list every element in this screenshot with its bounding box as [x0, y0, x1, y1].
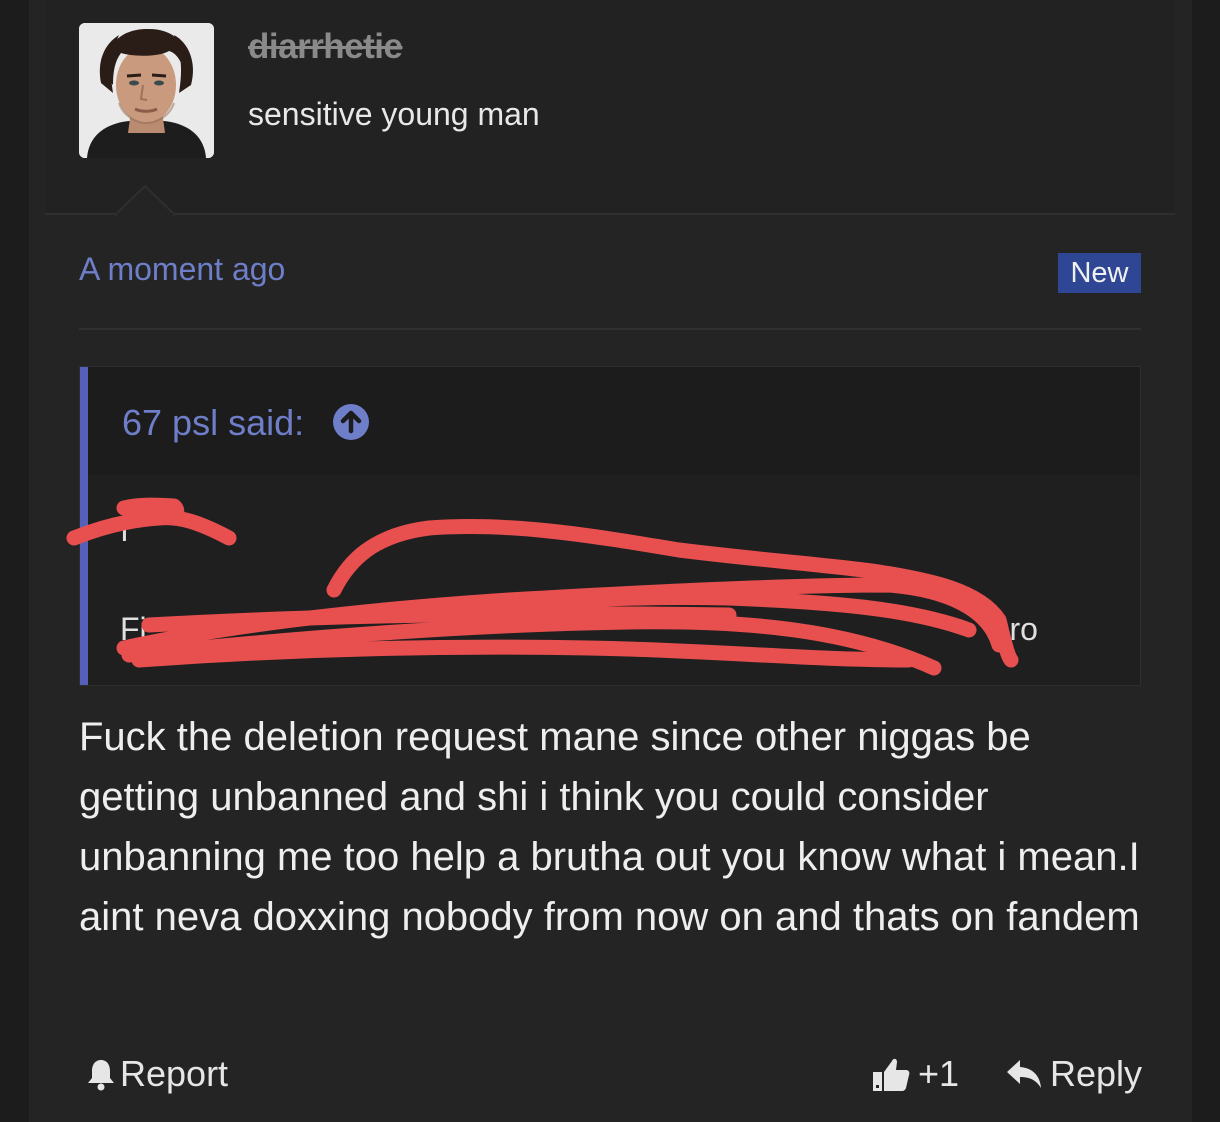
like-count: +1	[918, 1053, 960, 1094]
quote-text-line-redacted: Fi pro	[120, 611, 1038, 648]
quote-header: 67 psl said:	[88, 367, 1140, 475]
header-divider	[79, 328, 1141, 330]
reply-arrow-icon	[1007, 1060, 1041, 1088]
thumbs-up-icon	[873, 1058, 910, 1091]
quote-block: 67 psl said: I Fi pro	[79, 366, 1141, 686]
page: diarrhetie sensitive young man A moment …	[0, 0, 1220, 1122]
avatar[interactable]	[79, 23, 214, 158]
bell-icon	[88, 1060, 114, 1091]
username[interactable]: diarrhetie	[248, 27, 403, 67]
panel-pointer	[115, 184, 175, 216]
user-panel: diarrhetie sensitive young man	[45, 0, 1175, 216]
forum-post: diarrhetie sensitive young man A moment …	[29, 0, 1192, 1122]
user-title: sensitive young man	[248, 96, 540, 132]
post-message: Fuck the deletion request mane since oth…	[79, 715, 1140, 939]
report-button[interactable]: Report	[86, 1050, 228, 1098]
quote-text-fragment: Fi	[120, 611, 147, 647]
reply-button[interactable]: Reply	[1006, 1050, 1142, 1098]
quote-author[interactable]: 67 psl said:	[122, 402, 304, 444]
avatar-photo	[79, 23, 214, 158]
reply-label: Reply	[1050, 1053, 1143, 1094]
report-label: Report	[120, 1053, 229, 1094]
new-badge: New	[1058, 253, 1141, 293]
quote-text-line: I	[120, 512, 129, 548]
quote-text-fragment: pro	[991, 611, 1038, 647]
post-timestamp[interactable]: A moment ago	[79, 251, 285, 288]
arrow-up-circle-icon[interactable]	[332, 403, 370, 441]
quote-accent-bar	[80, 367, 88, 685]
like-button[interactable]: +1	[872, 1050, 959, 1098]
